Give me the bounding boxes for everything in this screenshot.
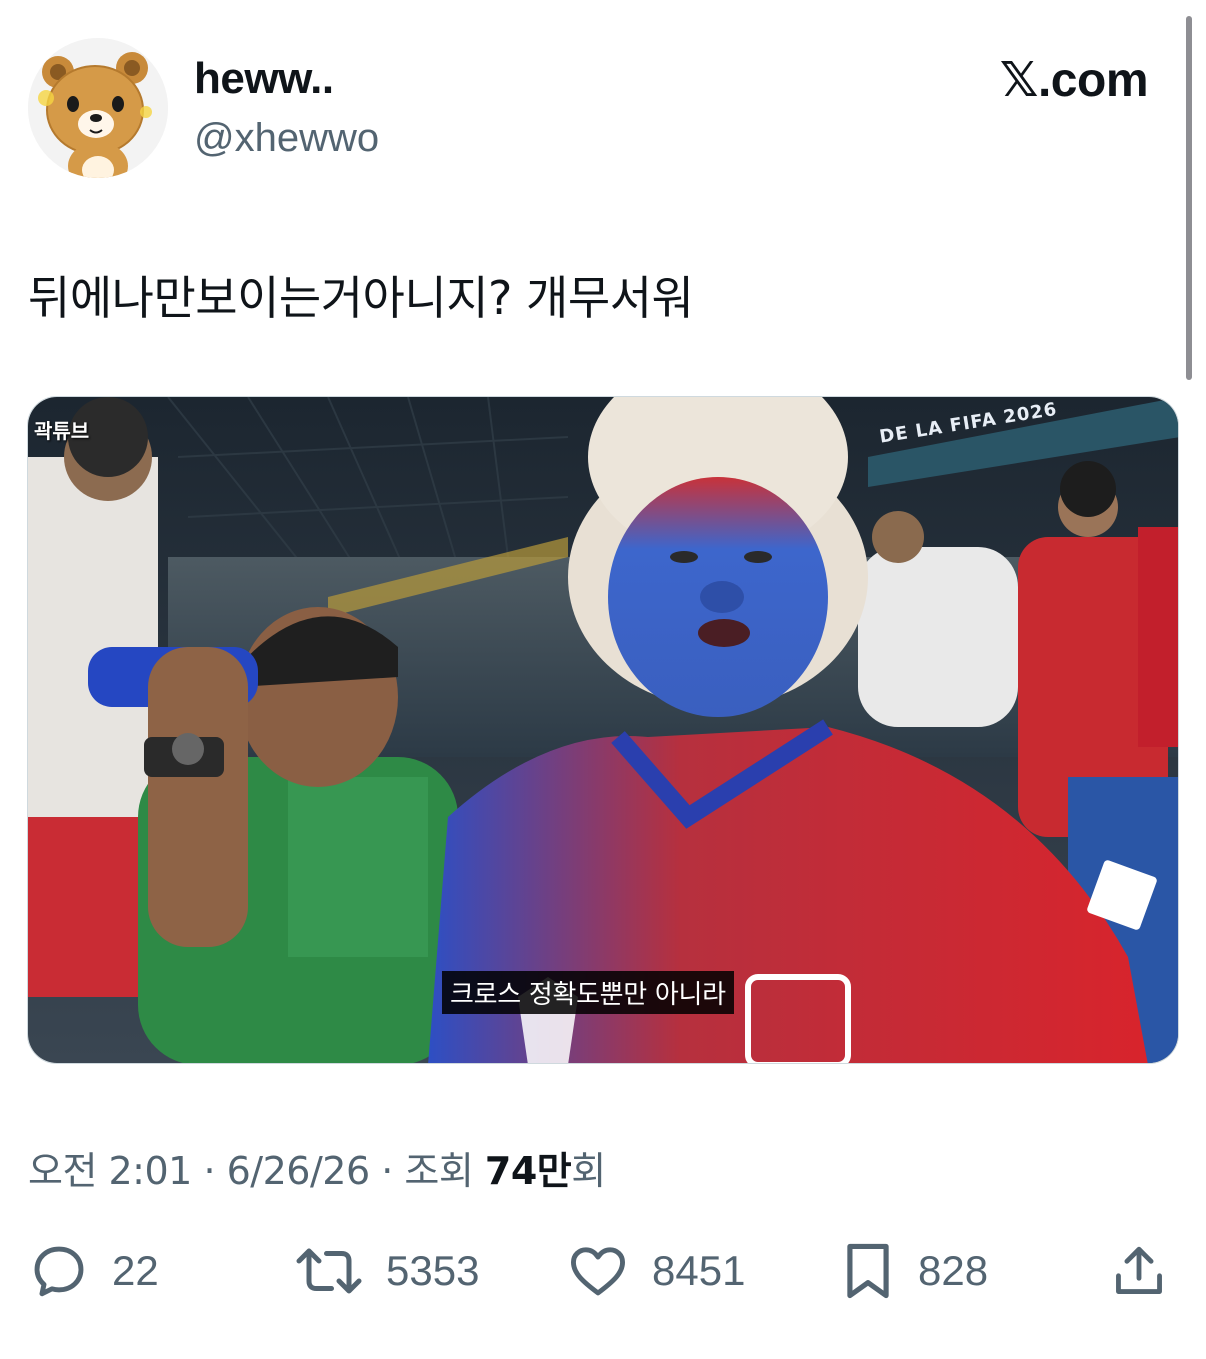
tweet-media-image[interactable]: 곽튜브 DE LA FIFA 2026 크로스 정확도뿐만 아니라: [27, 396, 1179, 1064]
bookmark-icon: [847, 1243, 889, 1299]
user-handle[interactable]: @xhewwo: [194, 116, 379, 161]
tweet-page: heww.. @xhewwo 𝕏.com 뒤에나만보이는거아니지? 개무서워 곽…: [0, 0, 1206, 1359]
share-button[interactable]: [1110, 1236, 1168, 1306]
retweet-icon: [296, 1248, 362, 1294]
separator-dot: ·: [381, 1149, 393, 1193]
retweet-count: 5353: [386, 1247, 480, 1294]
video-subtitle: 크로스 정확도뿐만 아니라: [442, 971, 734, 1014]
share-icon: [1116, 1246, 1162, 1294]
reply-button[interactable]: 22: [28, 1236, 159, 1306]
reply-count: 22: [112, 1247, 159, 1294]
bookmark-count: 828: [918, 1247, 989, 1294]
bear-avatar-icon: [28, 38, 168, 178]
tweet-text: 뒤에나만보이는거아니지? 개무서워: [28, 271, 694, 325]
display-name[interactable]: heww..: [194, 54, 334, 104]
views-count[interactable]: 74만: [485, 1149, 572, 1193]
like-count: 8451: [652, 1247, 746, 1294]
heart-icon: [571, 1247, 625, 1296]
channel-watermark: 곽튜브: [34, 419, 90, 443]
scrollbar[interactable]: [1186, 16, 1192, 380]
separator-dot: ·: [203, 1149, 216, 1193]
x-brand-logo: 𝕏.com: [999, 54, 1149, 107]
tweet-time[interactable]: 오전 2:01: [28, 1149, 192, 1193]
views-prefix: 조회: [404, 1149, 474, 1193]
like-button[interactable]: 8451: [566, 1236, 745, 1306]
reply-icon: [34, 1246, 84, 1297]
tweet-meta: 오전 2:01 · 6/26/26 · 조회 74만회: [28, 1140, 606, 1195]
stadium-photo: [28, 397, 1178, 1063]
tweet-date[interactable]: 6/26/26: [227, 1149, 371, 1193]
avatar[interactable]: [28, 38, 168, 178]
bookmark-button[interactable]: 828: [840, 1236, 988, 1306]
action-bar: 22 5353 8451 828: [0, 1236, 1206, 1306]
views-suffix: 회: [571, 1149, 606, 1193]
retweet-button[interactable]: 5353: [294, 1236, 479, 1306]
